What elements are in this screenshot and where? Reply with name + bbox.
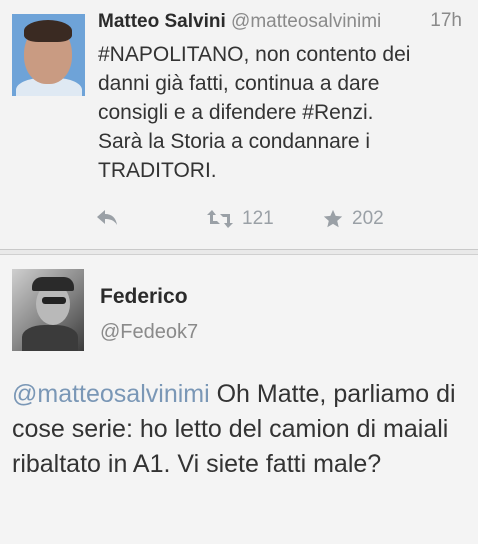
tweet-header: Matteo Salvini @matteosalvinimi (98, 10, 381, 34)
avatar[interactable] (12, 14, 85, 96)
author-handle[interactable]: @Fedeok7 (100, 321, 198, 344)
tweet-actions: 121 202 (0, 206, 478, 236)
reply-icon (96, 208, 118, 226)
tweet-text: @matteosalvinimi Oh Matte, parliamo di c… (12, 377, 472, 482)
reply-button[interactable] (96, 208, 118, 226)
retweet-count: 121 (242, 208, 274, 229)
author-handle[interactable]: @matteosalvinimi (231, 11, 381, 32)
author-name[interactable]: Federico (100, 285, 188, 309)
tweet-timestamp[interactable]: 17h (430, 10, 462, 32)
mention-link[interactable]: @matteosalvinimi (12, 380, 210, 408)
avatar[interactable] (12, 269, 84, 351)
tweet-text-line: danni già fatti, continua a dare (98, 72, 380, 95)
star-icon (322, 208, 344, 230)
retweet-icon (206, 209, 234, 229)
tweet-text-line: Sarà la Storia a condannare i (98, 130, 371, 153)
retweet-button[interactable]: 121 (206, 208, 274, 230)
tweet-card-salvini[interactable]: Matteo Salvini @matteosalvinimi 17h #NAP… (0, 0, 478, 250)
favorite-button[interactable]: 202 (322, 208, 384, 230)
tweet-text-line: TRADITORI. (98, 159, 217, 182)
author-name[interactable]: Matteo Salvini (98, 11, 226, 32)
favorite-count: 202 (352, 208, 384, 229)
tweet-text-line: consigli e a difendere #Renzi. (98, 101, 374, 124)
tweet-text-line: #NAPOLITANO, non contento dei (98, 43, 411, 66)
tweet-text: #NAPOLITANO, non contento dei danni già … (98, 40, 458, 185)
tweet-card-federico[interactable]: Federico @Fedeok7 @matteosalvinimi Oh Ma… (0, 254, 478, 544)
